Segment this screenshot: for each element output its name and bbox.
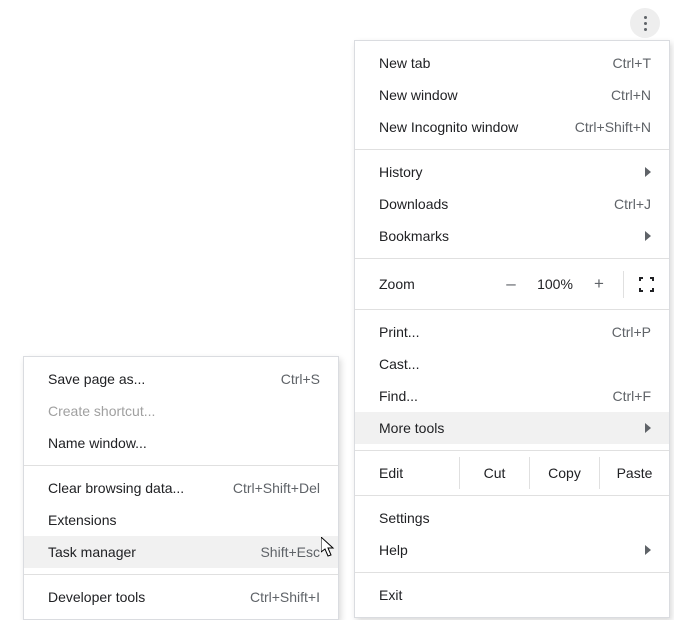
menu-item-new-window[interactable]: New window Ctrl+N <box>355 79 669 111</box>
menu-separator <box>355 258 669 259</box>
menu-separator <box>355 149 669 150</box>
menu-separator <box>24 574 338 575</box>
menu-item-shortcut: Ctrl+Shift+Del <box>233 479 320 497</box>
more-tools-submenu: Save page as... Ctrl+S Create shortcut..… <box>23 356 339 620</box>
menu-item-zoom: Zoom – 100% + <box>355 265 669 303</box>
menu-item-label: Developer tools <box>48 588 145 606</box>
menu-item-label: Settings <box>379 509 430 527</box>
menu-item-developer-tools[interactable]: Developer tools Ctrl+Shift+I <box>24 581 338 613</box>
more-vertical-icon <box>644 16 647 31</box>
menu-item-label: Extensions <box>48 511 116 529</box>
menu-separator <box>355 309 669 310</box>
edit-paste-button[interactable]: Paste <box>599 457 669 489</box>
menu-item-clear-browsing-data[interactable]: Clear browsing data... Ctrl+Shift+Del <box>24 472 338 504</box>
menu-item-edit: Edit Cut Copy Paste <box>355 457 669 489</box>
menu-item-label: More tools <box>379 419 444 437</box>
menu-item-label: Find... <box>379 387 418 405</box>
submenu-arrow-icon <box>645 167 651 177</box>
menu-item-history[interactable]: History <box>355 156 669 188</box>
menu-item-label: Help <box>379 541 408 559</box>
menu-item-more-tools[interactable]: More tools <box>355 412 669 444</box>
menu-item-save-page-as[interactable]: Save page as... Ctrl+S <box>24 363 338 395</box>
fullscreen-button[interactable] <box>623 271 669 298</box>
fullscreen-icon <box>639 277 654 292</box>
menu-item-shortcut: Ctrl+P <box>612 323 651 341</box>
menu-separator <box>355 450 669 451</box>
menu-item-shortcut: Ctrl+T <box>613 54 652 72</box>
menu-item-label: Print... <box>379 323 419 341</box>
menu-item-task-manager[interactable]: Task manager Shift+Esc <box>24 536 338 568</box>
menu-item-exit[interactable]: Exit <box>355 579 669 611</box>
menu-item-help[interactable]: Help <box>355 534 669 566</box>
browser-main-menu: New tab Ctrl+T New window Ctrl+N New Inc… <box>354 40 670 618</box>
edit-cut-button[interactable]: Cut <box>459 457 529 489</box>
menu-item-shortcut: Ctrl+S <box>281 370 320 388</box>
submenu-arrow-icon <box>645 423 651 433</box>
menu-item-label: New tab <box>379 54 430 72</box>
menu-item-label: Name window... <box>48 434 147 452</box>
edit-label: Edit <box>379 457 459 489</box>
zoom-value: 100% <box>529 276 581 292</box>
menu-item-label: Bookmarks <box>379 227 449 245</box>
zoom-out-button[interactable]: – <box>493 268 529 300</box>
menu-item-bookmarks[interactable]: Bookmarks <box>355 220 669 252</box>
menu-item-label: History <box>379 163 423 181</box>
menu-separator <box>24 465 338 466</box>
menu-item-label: New window <box>379 86 458 104</box>
menu-item-shortcut: Ctrl+J <box>614 195 651 213</box>
menu-item-shortcut: Ctrl+N <box>611 86 651 104</box>
browser-menu-button[interactable] <box>630 8 660 38</box>
menu-item-create-shortcut: Create shortcut... <box>24 395 338 427</box>
menu-item-label: New Incognito window <box>379 118 518 136</box>
menu-item-label: Clear browsing data... <box>48 479 184 497</box>
menu-item-label: Exit <box>379 586 402 604</box>
menu-item-label: Task manager <box>48 543 136 561</box>
menu-item-label: Downloads <box>379 195 448 213</box>
menu-item-label: Cast... <box>379 355 419 373</box>
submenu-arrow-icon <box>645 545 651 555</box>
menu-item-shortcut: Ctrl+F <box>613 387 652 405</box>
menu-item-downloads[interactable]: Downloads Ctrl+J <box>355 188 669 220</box>
menu-item-shortcut: Ctrl+Shift+N <box>575 118 651 136</box>
menu-item-new-incognito[interactable]: New Incognito window Ctrl+Shift+N <box>355 111 669 143</box>
zoom-in-button[interactable]: + <box>581 268 617 300</box>
menu-separator <box>355 572 669 573</box>
menu-item-new-tab[interactable]: New tab Ctrl+T <box>355 47 669 79</box>
menu-item-shortcut: Shift+Esc <box>260 543 320 561</box>
submenu-arrow-icon <box>645 231 651 241</box>
menu-item-name-window[interactable]: Name window... <box>24 427 338 459</box>
menu-separator <box>355 495 669 496</box>
menu-item-find[interactable]: Find... Ctrl+F <box>355 380 669 412</box>
menu-item-extensions[interactable]: Extensions <box>24 504 338 536</box>
menu-item-shortcut: Ctrl+Shift+I <box>250 588 320 606</box>
edit-copy-button[interactable]: Copy <box>529 457 599 489</box>
menu-item-cast[interactable]: Cast... <box>355 348 669 380</box>
menu-item-print[interactable]: Print... Ctrl+P <box>355 316 669 348</box>
menu-item-settings[interactable]: Settings <box>355 502 669 534</box>
menu-item-label: Create shortcut... <box>48 402 155 420</box>
menu-item-label: Save page as... <box>48 370 145 388</box>
zoom-label: Zoom <box>379 276 493 292</box>
